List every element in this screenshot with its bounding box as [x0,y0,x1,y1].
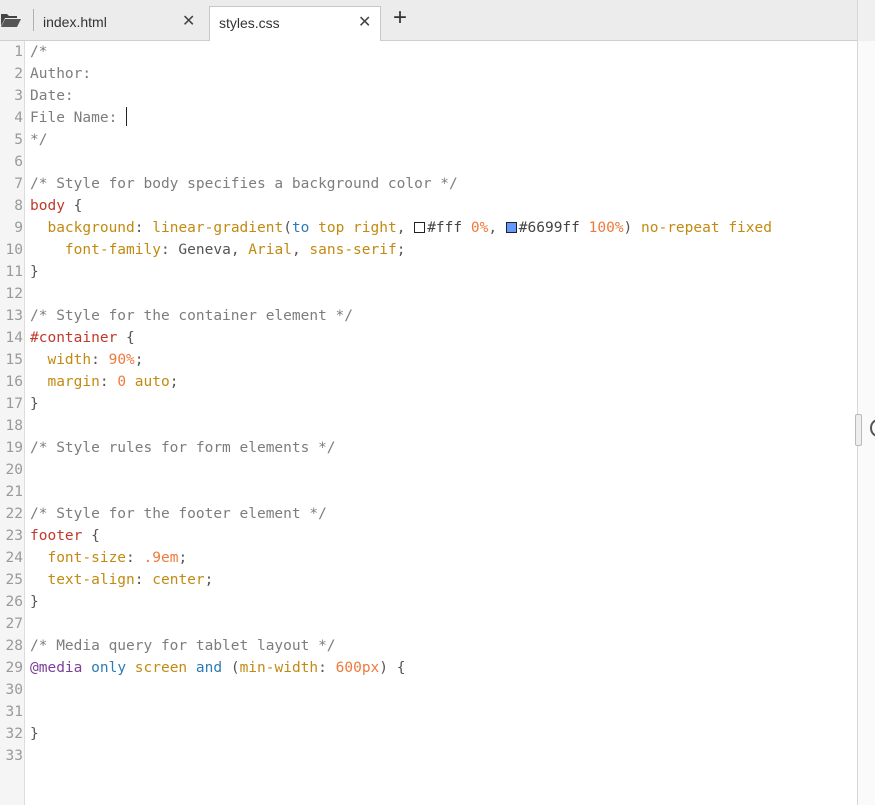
line-number: 5 [14,132,23,148]
line-number: 22 [5,506,23,522]
line-number: 2 [14,66,23,82]
line-number: 27 [5,616,23,632]
line-number: 18 [5,418,23,434]
line-number: 33 [5,748,23,764]
line-text: Date: [30,88,74,104]
line-number: 6 [14,154,23,170]
line-text: /* Media query for tablet layout */ [30,638,336,654]
line-text: } [30,594,39,610]
line-number: 25 [5,572,23,588]
line-text: File Name: [30,107,128,129]
line-number: 12 [5,286,23,302]
line-text: /* [30,44,48,60]
open-folder-button[interactable] [0,6,30,34]
line-text: width: 90%; [47,352,144,368]
line-text: font-size: .9em; [47,550,188,566]
line-text: margin: 0 auto; [47,374,179,390]
line-number: 20 [5,462,23,478]
line-number: 14 [5,330,23,346]
line-text: @media only screen and (min-width: 600px… [30,660,406,676]
line-number: 17 [5,396,23,412]
line-text: /* Style for the footer element */ [30,506,327,522]
line-text: } [30,264,39,280]
line-text: /* Style for body specifies a background… [30,176,458,192]
tab-styles-css[interactable]: styles.css ✕ [209,6,381,41]
line-text: text-align: center; [47,572,214,588]
line-number: 30 [5,682,23,698]
line-number: 31 [5,704,23,720]
line-text: #container { [30,330,135,346]
color-swatch [505,222,517,233]
line-number: 24 [5,550,23,566]
line-number: 16 [5,374,23,390]
color-swatch [414,222,426,233]
tab-bar: index.html ✕ styles.css ✕ + [0,0,858,41]
line-number: 29 [5,660,23,676]
vertical-scrollbar[interactable] [855,0,875,805]
line-text: body { [30,198,83,214]
line-number: 21 [5,484,23,500]
line-number: 11 [5,264,23,280]
tab-label: index.html [43,14,107,30]
line-text: footer { [30,528,100,544]
text-cursor [126,107,128,126]
line-number: 13 [5,308,23,324]
line-number: 28 [5,638,23,654]
line-number: 15 [5,352,23,368]
line-number: 8 [14,198,23,214]
line-number: 7 [14,176,23,192]
line-number: 10 [5,242,23,258]
line-number: 26 [5,594,23,610]
plus-icon[interactable]: + [393,4,407,32]
line-text: font-family: Geneva, Arial, sans-serif; [64,242,406,258]
scrollbar-top [858,0,875,41]
line-number: 32 [5,726,23,742]
line-number: 1 [14,44,23,60]
line-text: /* Style for the container element */ [30,308,354,324]
line-number: 4 [14,110,23,126]
line-number: 9 [14,220,23,236]
line-number: 19 [5,440,23,456]
tab-label: styles.css [219,15,280,31]
line-number: 3 [14,88,23,104]
line-number: 23 [5,528,23,544]
close-icon[interactable]: ✕ [182,13,195,31]
close-icon[interactable]: ✕ [358,14,371,32]
line-text: Author: [30,66,92,82]
folder-open-icon [1,14,21,27]
code-editor[interactable]: 1 /* 2 Author: 3 Date: 4 File Name: 5 */ 6 7 /* Sty… [0,41,857,805]
line-text: background: linear-gradient(to top right… [47,220,772,236]
line-text: } [30,726,39,742]
globe-icon[interactable] [870,419,875,437]
line-text: /* Style rules for form elements */ [30,440,336,456]
line-text: } [30,396,39,412]
line-text: */ [30,132,48,148]
tab-index-html[interactable]: index.html ✕ [34,6,208,40]
